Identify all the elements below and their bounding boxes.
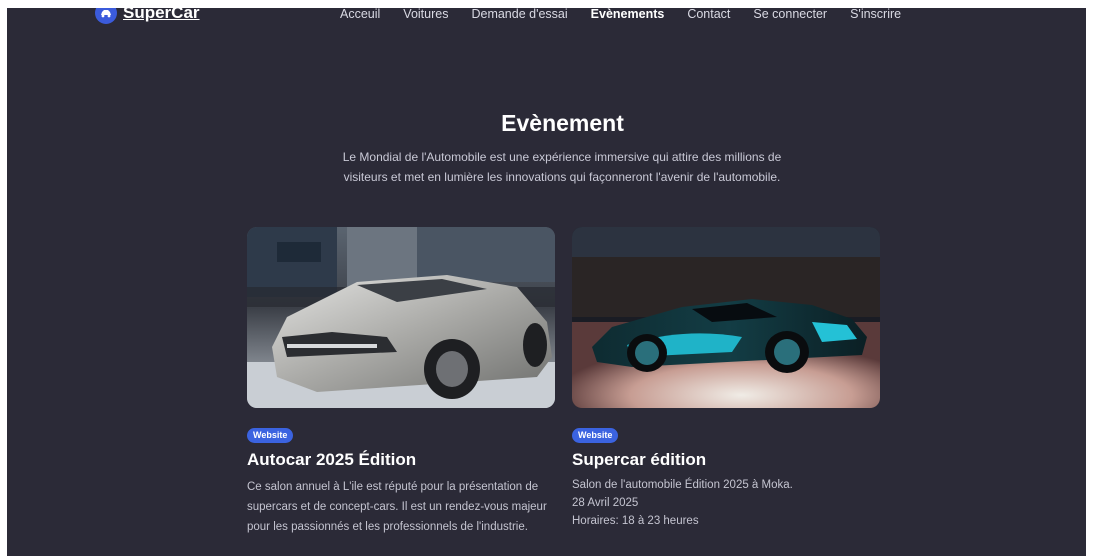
event-description: Ce salon annuel à L'ile est réputé pour …: [247, 481, 547, 533]
event-image-concept-car[interactable]: [247, 227, 555, 408]
nav-contact[interactable]: Contact: [687, 8, 730, 22]
category-badge: Website: [247, 428, 294, 443]
nav-sinscrire[interactable]: S'inscrire: [850, 8, 901, 22]
page: SuperCar Acceuil Voitures Demande d'essa…: [7, 8, 1086, 556]
nav-voitures[interactable]: Voitures: [403, 8, 448, 22]
event-card: Website Supercar édition Salon de l'auto…: [572, 227, 880, 530]
event-title: Supercar édition: [572, 450, 707, 469]
category-badge: Website: [572, 428, 619, 443]
event-hours: Horaires: 18 à 23 heures: [572, 515, 699, 527]
main-nav: Acceuil Voitures Demande d'essai Evèneme…: [340, 8, 924, 22]
nav-acceuil[interactable]: Acceuil: [340, 8, 380, 22]
nav-demande-essai[interactable]: Demande d'essai: [471, 8, 567, 22]
event-date: 28 Avril 2025: [572, 497, 639, 509]
nav-evenements[interactable]: Evènements: [591, 8, 665, 22]
event-location: Salon de l'automobile Édition 2025 à Mok…: [572, 479, 793, 491]
event-image-hypercar[interactable]: [572, 227, 880, 408]
page-title: Evènement: [501, 110, 624, 136]
event-details: Salon de l'automobile Édition 2025 à Mok…: [572, 476, 880, 530]
brand-link[interactable]: SuperCar: [95, 8, 200, 24]
brand-name: SuperCar: [123, 8, 200, 22]
nav-se-connecter[interactable]: Se connecter: [753, 8, 827, 22]
car-logo-icon: [95, 8, 117, 24]
event-card: Website Autocar 2025 Édition Ce salon an…: [247, 227, 555, 537]
page-description: Le Mondial de l'Automobile est une expér…: [342, 150, 782, 184]
event-title: Autocar 2025 Édition: [247, 450, 417, 469]
